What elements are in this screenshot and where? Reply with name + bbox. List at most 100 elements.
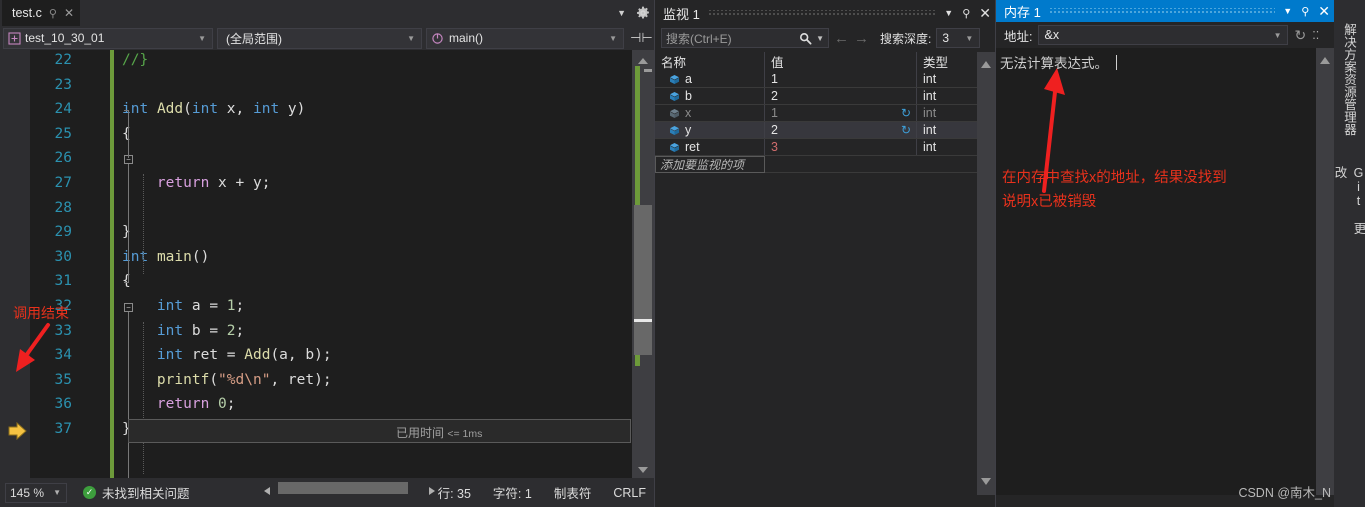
split-view-icon[interactable]: ⊣⊢ [630, 30, 653, 46]
watch-add-row[interactable]: 添加要监视的项 [655, 156, 977, 173]
code-line[interactable]: int main() [122, 249, 209, 265]
scope-dropdown[interactable]: (全局范围) ▼ [217, 27, 422, 49]
code-line[interactable]: int Add(int x, int y) [122, 101, 305, 117]
column-header-value[interactable]: 值 [765, 52, 917, 71]
pin-icon[interactable]: ⚲ [962, 7, 970, 20]
watch-value-cell[interactable]: 3 [765, 139, 917, 155]
annotation-call-finished: 调用结束 [13, 305, 69, 321]
editor-horizontal-scrollbar[interactable] [262, 480, 442, 496]
code-token: int [122, 248, 149, 265]
search-next-icon[interactable]: → [854, 30, 869, 47]
watch-type-cell: int [917, 88, 977, 104]
chevron-down-icon[interactable]: ▼ [617, 8, 626, 18]
project-dropdown[interactable]: test_10_30_01 ▼ [3, 27, 213, 49]
chevron-down-icon[interactable]: ▼ [198, 34, 206, 43]
scroll-left-icon[interactable] [262, 483, 272, 501]
code-line[interactable]: return x + y; [122, 175, 271, 191]
watch-add-placeholder[interactable]: 添加要监视的项 [655, 156, 765, 173]
watch-value-cell[interactable]: 2 ↻ [765, 122, 917, 138]
zoom-level-dropdown[interactable]: 145 % ▼ [5, 482, 67, 503]
scroll-up-icon[interactable] [980, 56, 992, 74]
memory-panel-header: 内存 1 ▼ ⚲ ✕ [996, 0, 1334, 22]
code-line[interactable]: printf("%d\n", ret); [122, 372, 332, 388]
tabstrip-actions: ▼ [617, 0, 650, 26]
watch-name-cell[interactable]: b [655, 88, 765, 104]
close-icon[interactable]: ✕ [64, 6, 74, 20]
watch-search-input[interactable]: 搜索(Ctrl+E) ▼ [661, 28, 829, 48]
watch-name-cell[interactable]: a [655, 71, 765, 87]
watch-value-cell[interactable]: 2 [765, 88, 917, 104]
fold-toggle-icon[interactable]: − [124, 303, 133, 312]
scope-name: (全局范围) [226, 31, 282, 46]
drag-handle[interactable] [1048, 7, 1276, 15]
editor-vertical-scrollbar[interactable] [632, 50, 654, 478]
search-previous-icon[interactable]: ← [834, 30, 849, 47]
scroll-up-icon[interactable] [637, 53, 649, 64]
tab-git-changes[interactable]: Git 更改 [1333, 166, 1365, 238]
refresh-icon[interactable]: ↻ [901, 123, 911, 137]
chevron-down-icon[interactable]: ▼ [1283, 6, 1292, 16]
scope-bracket-foot [124, 282, 129, 283]
watch-name-cell[interactable]: x [655, 105, 765, 121]
scroll-down-icon[interactable] [980, 473, 992, 491]
code-line[interactable]: { [122, 126, 131, 142]
search-depth-dropdown[interactable]: 3 ▼ [936, 28, 981, 48]
code-editor[interactable]: 22 23 24 25 26 27 28 29 30 31 32 33 34 35 36 37 //} int … [0, 50, 654, 482]
close-icon[interactable]: ✕ [1318, 3, 1330, 20]
code-line[interactable]: } [122, 224, 131, 240]
search-options-chevron-icon[interactable]: ▼ [816, 34, 824, 43]
column-header-name[interactable]: 名称 [655, 52, 765, 71]
chevron-down-icon[interactable]: ▼ [1274, 31, 1282, 40]
code-token: "%d\n" [218, 371, 271, 388]
drag-handle[interactable] [707, 9, 937, 17]
scroll-up-icon[interactable] [1319, 52, 1331, 70]
code-line[interactable]: int b = 2; [122, 323, 244, 339]
current-statement-box [128, 419, 631, 443]
watch-name-cell[interactable]: y [655, 122, 765, 138]
close-icon[interactable]: ✕ [979, 5, 991, 22]
table-row[interactable]: a 1 int [655, 71, 977, 88]
pin-icon[interactable]: ⚲ [49, 7, 57, 20]
scroll-right-icon[interactable] [427, 483, 437, 501]
watch-value-cell[interactable]: 1 ↻ [765, 105, 917, 121]
hscrollbar-thumb[interactable] [278, 482, 408, 494]
code-text[interactable]: //} int Add(int x, int y) { return x + y;}… [122, 50, 632, 478]
pin-icon[interactable]: ⚲ [1301, 5, 1309, 18]
variable-icon [669, 91, 680, 102]
refresh-icon[interactable]: ↻ [901, 106, 911, 120]
columns-icon[interactable]: ⁚⁚ [1312, 29, 1319, 42]
refresh-icon[interactable]: ↻ [1294, 27, 1306, 44]
chevron-down-icon[interactable]: ▼ [965, 34, 973, 43]
chevron-down-icon[interactable]: ▼ [944, 8, 953, 18]
memory-vertical-scrollbar[interactable] [1316, 48, 1334, 495]
tab-test-c[interactable]: test.c ⚲ ✕ [2, 0, 80, 26]
watch-name-cell[interactable]: ret [655, 139, 765, 155]
code-line[interactable]: //} [122, 52, 148, 68]
watch-vertical-scrollbar[interactable] [977, 52, 995, 495]
elapsed-value: <= 1ms [447, 428, 483, 440]
code-line[interactable]: return 0; [122, 396, 236, 412]
chevron-down-icon[interactable]: ▼ [407, 34, 415, 43]
code-line[interactable]: int ret = Add(a, b); [122, 347, 332, 363]
search-icon[interactable] [799, 32, 812, 50]
watch-variable-type: int [923, 140, 937, 154]
memory-content[interactable]: 无法计算表达式。 在内存中查找x的地址，结果没找到 说明x已被销毁 [996, 48, 1316, 495]
column-header-type[interactable]: 类型 [917, 52, 977, 71]
gear-icon[interactable] [636, 6, 650, 20]
watch-value-cell[interactable]: 1 [765, 71, 917, 87]
table-row[interactable]: y 2 ↻ int [655, 122, 977, 139]
editor-gutter[interactable] [0, 50, 30, 478]
code-line[interactable]: int a = 1; [122, 298, 244, 314]
function-dropdown[interactable]: main() ▼ [426, 27, 624, 49]
table-row[interactable]: ret 3 int [655, 139, 977, 156]
problems-status[interactable]: ✓ 未找到相关问题 [83, 483, 190, 502]
scrollbar-thumb[interactable] [634, 205, 652, 355]
scroll-down-icon[interactable] [637, 462, 649, 473]
chevron-down-icon[interactable]: ▼ [53, 488, 61, 497]
tab-solution-explorer[interactable]: 解决方案资源管理器 [1334, 4, 1365, 154]
chevron-down-icon[interactable]: ▼ [609, 34, 617, 43]
line-number: 28 [54, 199, 72, 216]
table-row[interactable]: x 1 ↻ int [655, 105, 977, 122]
table-row[interactable]: b 2 int [655, 88, 977, 105]
address-input[interactable]: &x ▼ [1038, 25, 1289, 45]
